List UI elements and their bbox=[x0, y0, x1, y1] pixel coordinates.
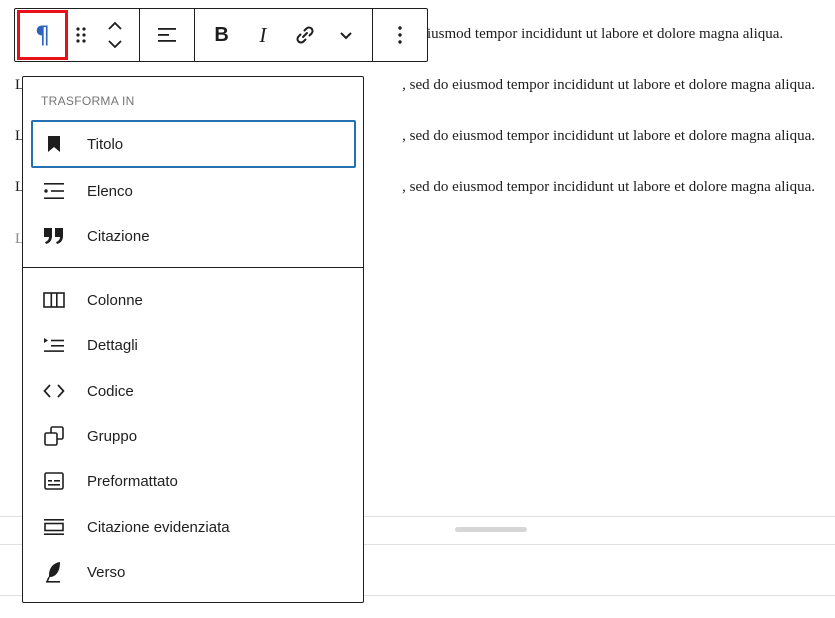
transform-item-label: Gruppo bbox=[87, 427, 138, 445]
more-formats-button[interactable] bbox=[328, 9, 364, 61]
align-left-icon bbox=[158, 28, 176, 42]
align-group bbox=[140, 9, 195, 61]
more-vertical-icon bbox=[398, 26, 402, 44]
chevron-down-icon bbox=[340, 32, 353, 40]
quote-icon bbox=[42, 224, 66, 248]
transform-item-codice[interactable]: Codice bbox=[31, 367, 356, 415]
bookmark-icon bbox=[42, 132, 66, 156]
transform-item-citazione-evidenziata[interactable]: Citazione evidenziata bbox=[31, 503, 356, 551]
format-group: B I bbox=[195, 9, 373, 61]
transform-item-label: Verso bbox=[87, 563, 126, 581]
transform-item-colonne[interactable]: Colonne bbox=[31, 276, 356, 324]
transform-separator bbox=[23, 267, 363, 268]
transform-item-label: Citazione evidenziata bbox=[87, 518, 230, 536]
move-buttons bbox=[94, 9, 136, 61]
block-type-group: ¶ bbox=[15, 9, 140, 61]
options-group bbox=[373, 9, 427, 61]
feather-icon bbox=[42, 560, 66, 584]
italic-icon: I bbox=[259, 22, 267, 47]
drag-handle[interactable] bbox=[68, 9, 94, 61]
transform-item-label: Titolo bbox=[87, 135, 124, 153]
list-icon bbox=[42, 179, 66, 203]
transform-item-label: Codice bbox=[87, 382, 134, 400]
transform-item-elenco[interactable]: Elenco bbox=[31, 167, 356, 215]
transform-item-preformattato[interactable]: Preformattato bbox=[31, 457, 356, 505]
move-up-icon[interactable] bbox=[107, 21, 123, 31]
align-button[interactable] bbox=[140, 9, 194, 61]
drag-icon bbox=[76, 27, 86, 43]
pullquote-icon bbox=[42, 515, 66, 539]
transform-item-gruppo[interactable]: Gruppo bbox=[31, 412, 356, 460]
details-icon bbox=[42, 333, 66, 357]
transform-dropdown: Trasforma in Titolo Elenco Citazione bbox=[22, 76, 364, 603]
resize-handle[interactable] bbox=[455, 527, 527, 532]
transform-item-label: Dettagli bbox=[87, 336, 138, 354]
block-toolbar: ¶ B I bbox=[14, 8, 428, 62]
paragraph-1-text[interactable]: iusmod tempor incididunt ut labore et do… bbox=[427, 24, 783, 44]
columns-icon bbox=[42, 288, 66, 312]
paragraph-3-text: , sed do eiusmod tempor incididunt ut la… bbox=[402, 128, 815, 144]
transform-item-label: Colonne bbox=[87, 291, 143, 309]
transform-item-citazione[interactable]: Citazione bbox=[31, 212, 356, 260]
options-button[interactable] bbox=[374, 9, 426, 61]
preformatted-icon bbox=[42, 469, 66, 493]
link-button[interactable] bbox=[285, 9, 325, 61]
bold-button[interactable]: B bbox=[203, 9, 241, 61]
transform-heading: Trasforma in bbox=[41, 94, 135, 108]
transform-item-dettagli[interactable]: Dettagli bbox=[31, 321, 356, 369]
transform-item-verso[interactable]: Verso bbox=[31, 548, 356, 596]
paragraph-icon: ¶ bbox=[34, 21, 51, 49]
transform-item-label: Citazione bbox=[87, 227, 150, 245]
move-down-icon[interactable] bbox=[107, 39, 123, 49]
italic-button[interactable]: I bbox=[244, 9, 282, 61]
paragraph-4-text: , sed do eiusmod tempor incididunt ut la… bbox=[402, 179, 815, 195]
group-icon bbox=[42, 424, 66, 448]
code-icon bbox=[42, 379, 66, 403]
transform-item-label: Preformattato bbox=[87, 472, 178, 490]
transform-item-titolo[interactable]: Titolo bbox=[31, 120, 356, 168]
transform-item-label: Elenco bbox=[87, 182, 133, 200]
paragraph-2-text: , sed do eiusmod tempor incididunt ut la… bbox=[402, 77, 815, 93]
link-icon bbox=[296, 26, 314, 44]
bold-icon: B bbox=[214, 23, 229, 46]
paragraph-transform-button[interactable]: ¶ bbox=[17, 10, 68, 60]
